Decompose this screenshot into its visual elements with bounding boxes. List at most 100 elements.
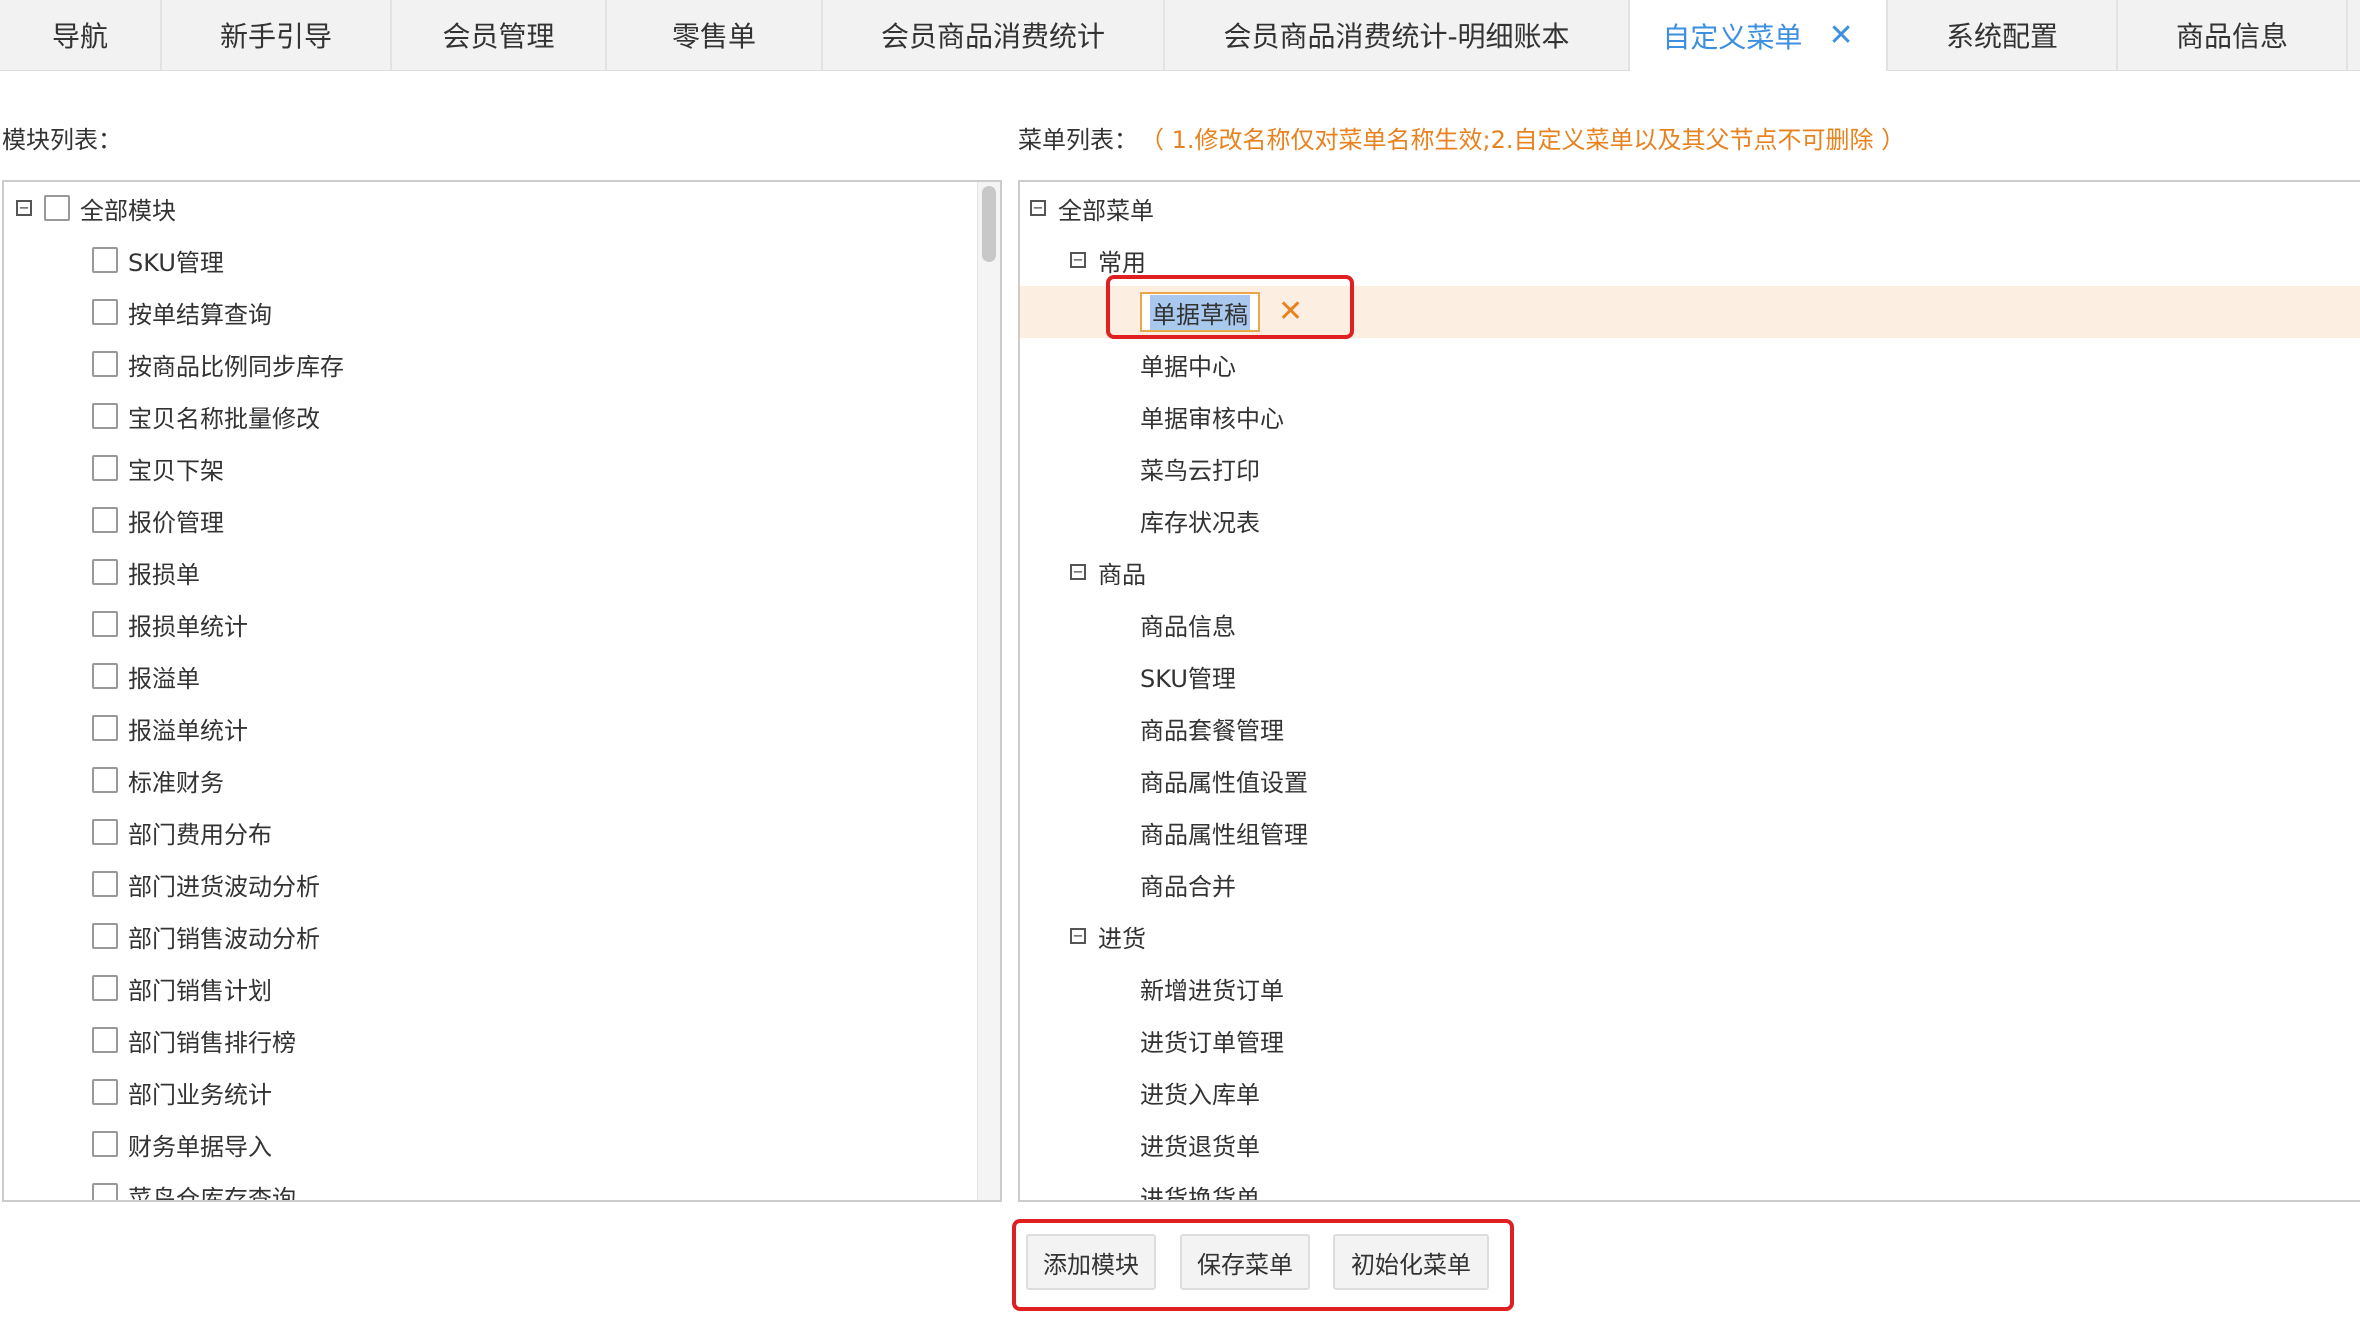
menu-item[interactable]: 进货入库单 <box>1140 1066 1260 1118</box>
module-item[interactable]: SKU管理 <box>92 234 224 286</box>
module-item[interactable]: 宝贝名称批量修改 <box>92 390 320 442</box>
module-checkbox[interactable] <box>92 923 118 949</box>
menu-group[interactable]: − 进货 <box>1070 910 1146 962</box>
menu-item-label: 商品信息 <box>1140 612 1236 641</box>
menu-item[interactable]: 商品信息 <box>1140 598 1236 650</box>
root-checkbox[interactable] <box>44 195 70 221</box>
module-item-label: 部门业务统计 <box>128 1080 272 1109</box>
close-icon[interactable]: ✕ <box>1828 20 1853 51</box>
module-checkbox[interactable] <box>92 247 118 273</box>
module-checkbox[interactable] <box>92 507 118 533</box>
module-checkbox[interactable] <box>92 1079 118 1105</box>
module-checkbox[interactable] <box>92 351 118 377</box>
menu-group[interactable]: − 商品 <box>1070 546 1146 598</box>
collapse-icon[interactable]: − <box>16 200 32 216</box>
module-checkbox[interactable] <box>92 455 118 481</box>
module-item[interactable]: 部门销售计划 <box>92 962 272 1014</box>
menu-item[interactable]: 商品属性组管理 <box>1140 806 1308 858</box>
menu-item[interactable]: 新增进货订单 <box>1140 962 1284 1014</box>
module-item-label: 部门销售排行榜 <box>128 1028 296 1057</box>
module-checkbox[interactable] <box>92 767 118 793</box>
module-checkbox[interactable] <box>92 975 118 1001</box>
module-item[interactable]: 报价管理 <box>92 494 224 546</box>
menu-item[interactable]: 商品合并 <box>1140 858 1236 910</box>
tab-guide[interactable]: 新手引导 <box>162 0 392 70</box>
module-checkbox[interactable] <box>92 871 118 897</box>
scrollbar-thumb[interactable] <box>982 186 996 262</box>
tab-product-info[interactable]: 商品信息 <box>2118 0 2348 70</box>
module-item[interactable]: 报溢单统计 <box>92 702 248 754</box>
menu-item-label: 商品属性组管理 <box>1140 820 1308 849</box>
module-item[interactable]: 报损单统计 <box>92 598 248 650</box>
menu-item-label: 进货换货单 <box>1140 1184 1260 1202</box>
tab-custom-menu[interactable]: 自定义菜单 ✕ <box>1630 0 1888 71</box>
menu-item-label: 商品合并 <box>1140 872 1236 901</box>
menu-item[interactable]: 进货订单管理 <box>1140 1014 1284 1066</box>
tab-system-config[interactable]: 系统配置 <box>1888 0 2118 70</box>
module-item[interactable]: 宝贝下架 <box>92 442 224 494</box>
module-checkbox[interactable] <box>92 299 118 325</box>
tab-label: 会员商品消费统计-明细账本 <box>1223 20 1570 53</box>
save-menu-button[interactable]: 保存菜单 <box>1180 1234 1310 1290</box>
tab-label: 商品信息 <box>2175 20 2288 53</box>
module-checkbox[interactable] <box>92 663 118 689</box>
module-item[interactable]: 部门业务统计 <box>92 1066 272 1118</box>
tab-member-consumption-stats[interactable]: 会员商品消费统计 <box>823 0 1165 70</box>
module-item-label: 菜鸟仓库存查询 <box>128 1184 296 1202</box>
module-item[interactable]: 按商品比例同步库存 <box>92 338 344 390</box>
module-item-label: 按商品比例同步库存 <box>128 352 344 381</box>
menu-item[interactable]: 菜鸟云打印 <box>1140 442 1260 494</box>
module-checkbox[interactable] <box>92 611 118 637</box>
menu-item[interactable]: 单据审核中心 <box>1140 390 1284 442</box>
module-checkbox[interactable] <box>92 1183 118 1200</box>
tab-label: 会员管理 <box>442 20 555 53</box>
tab-retail-order[interactable]: 零售单 <box>607 0 823 70</box>
menu-item-label: 进货入库单 <box>1140 1080 1260 1109</box>
menu-item-label: 菜鸟云打印 <box>1140 456 1260 485</box>
module-item-label: 财务单据导入 <box>128 1132 272 1161</box>
tab-member-consumption-ledger[interactable]: 会员商品消费统计-明细账本 <box>1165 0 1630 70</box>
menu-item[interactable]: 商品套餐管理 <box>1140 702 1284 754</box>
collapse-icon[interactable]: − <box>1070 564 1086 580</box>
module-checkbox[interactable] <box>92 1027 118 1053</box>
module-item[interactable]: 报损单 <box>92 546 200 598</box>
module-checkbox[interactable] <box>92 559 118 585</box>
menu-item[interactable]: 单据中心 <box>1140 338 1236 390</box>
tab-member-management[interactable]: 会员管理 <box>392 0 607 70</box>
collapse-icon[interactable]: − <box>1070 928 1086 944</box>
module-item[interactable]: 部门进货波动分析 <box>92 858 320 910</box>
tab-nav[interactable]: 导航 <box>0 0 162 70</box>
module-item[interactable]: 报溢单 <box>92 650 200 702</box>
menu-item[interactable]: 库存状况表 <box>1140 494 1260 546</box>
module-item-label: 部门进货波动分析 <box>128 872 320 901</box>
scrollbar[interactable] <box>977 182 1000 1200</box>
menu-group-label: 常用 <box>1098 248 1146 277</box>
module-item[interactable]: 按单结算查询 <box>92 286 272 338</box>
module-item[interactable]: 标准财务 <box>92 754 224 806</box>
module-checkbox[interactable] <box>92 403 118 429</box>
collapse-icon[interactable]: − <box>1070 252 1086 268</box>
module-item[interactable]: 部门销售波动分析 <box>92 910 320 962</box>
module-item-label: 部门销售波动分析 <box>128 924 320 953</box>
tab-label: 会员商品消费统计 <box>880 20 1105 53</box>
module-tree-panel[interactable]: − 全部模块 SKU管理 按单结算查询 按商品比例同步库存 宝贝名称批量修改 宝贝下架报… <box>2 180 1002 1202</box>
module-item-label: 报溢单统计 <box>128 716 248 745</box>
menu-item[interactable]: 商品属性值设置 <box>1140 754 1308 806</box>
module-checkbox[interactable] <box>92 1131 118 1157</box>
init-menu-button[interactable]: 初始化菜单 <box>1333 1234 1489 1290</box>
menu-item-label: SKU管理 <box>1140 664 1236 693</box>
menu-item[interactable]: 进货退货单 <box>1140 1118 1260 1170</box>
menu-item[interactable]: 进货换货单 <box>1140 1170 1260 1202</box>
module-item-label: 报损单 <box>128 560 200 589</box>
module-item[interactable]: 部门费用分布 <box>92 806 272 858</box>
menu-item[interactable]: SKU管理 <box>1140 650 1236 702</box>
module-item[interactable]: 财务单据导入 <box>92 1118 272 1170</box>
module-item[interactable]: 菜鸟仓库存查询 <box>92 1170 296 1202</box>
module-checkbox[interactable] <box>92 819 118 845</box>
tab-label: 零售单 <box>671 20 756 53</box>
module-checkbox[interactable] <box>92 715 118 741</box>
add-module-button[interactable]: 添加模块 <box>1026 1234 1156 1290</box>
collapse-icon[interactable]: − <box>1030 200 1046 216</box>
menu-tree-root[interactable]: − 全部菜单 <box>1030 182 1154 234</box>
module-item[interactable]: 部门销售排行榜 <box>92 1014 296 1066</box>
